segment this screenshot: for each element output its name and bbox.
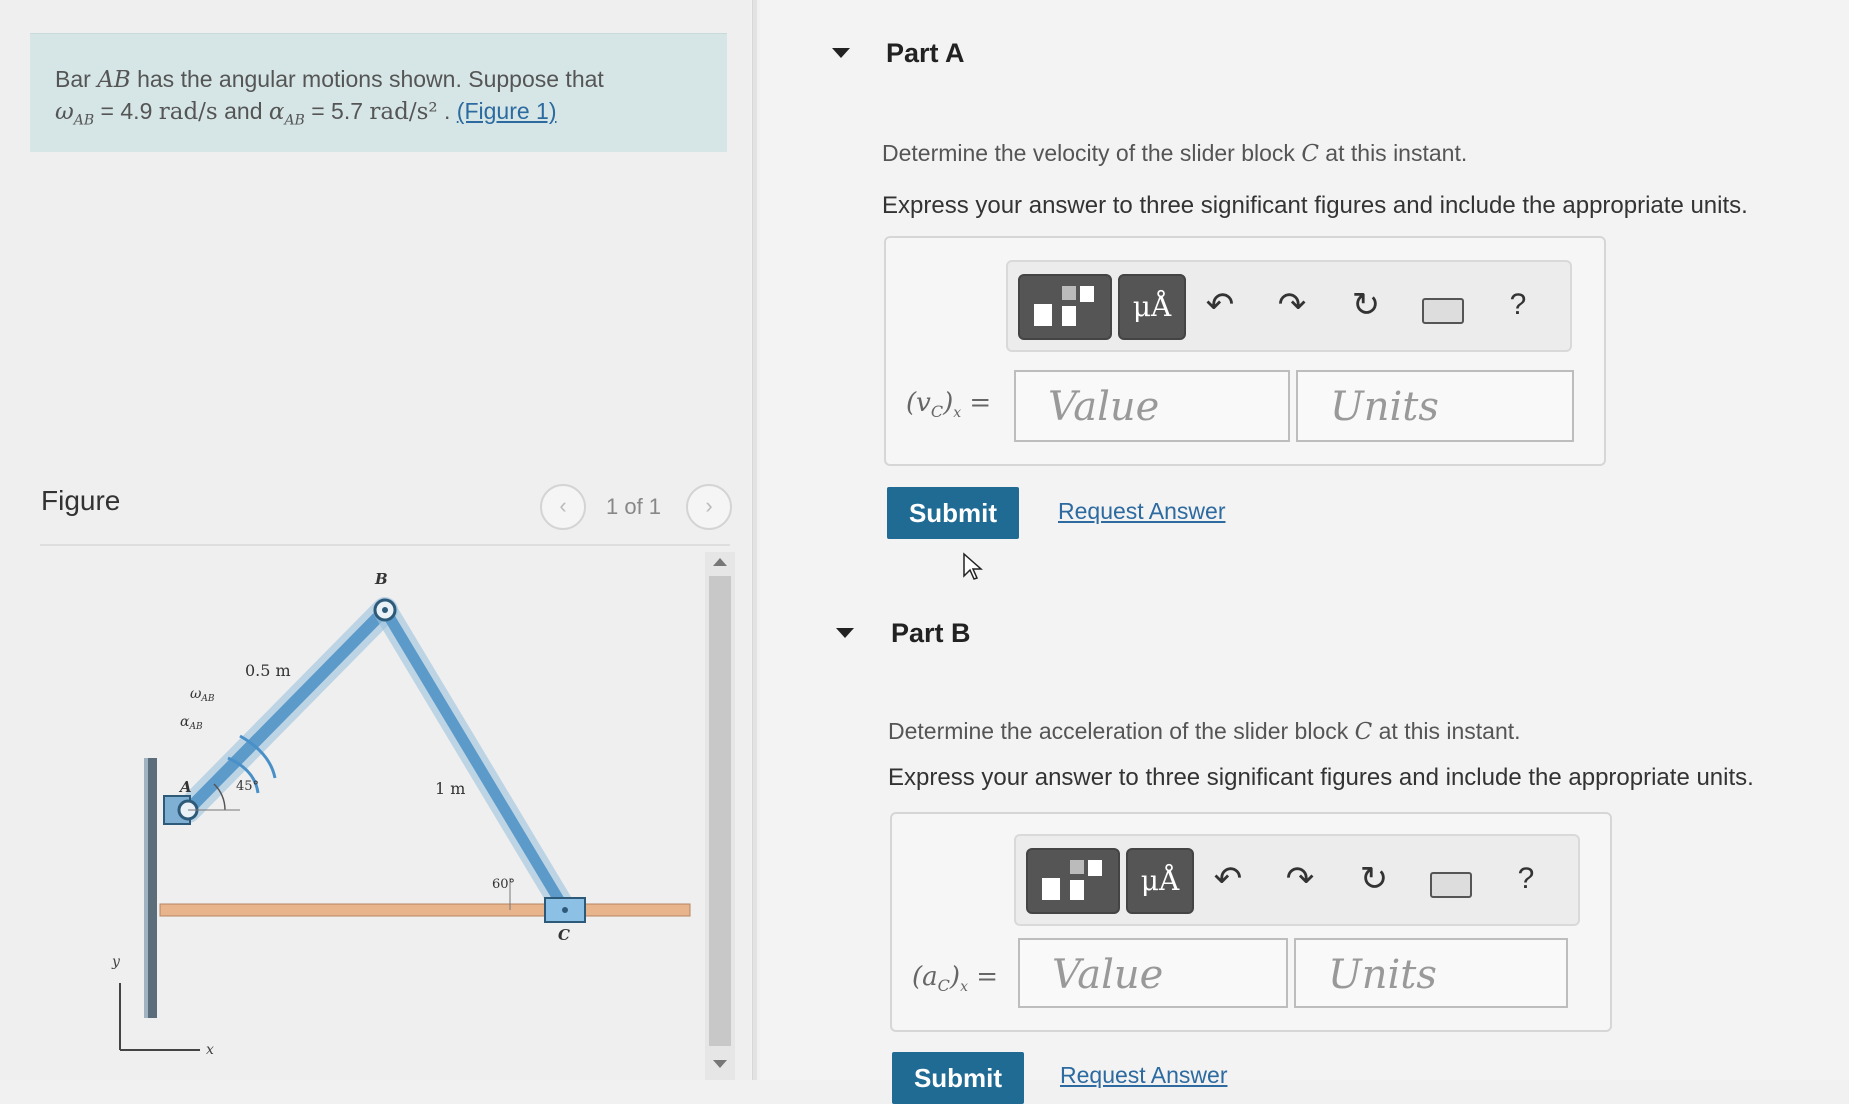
bar-bc [379,604,571,916]
figure-counter: 1 of 1 [606,494,662,519]
units-icon: μÅ [1140,864,1180,897]
units-button[interactable]: μÅ [1126,848,1194,914]
pin-c [562,907,568,913]
wall [147,758,157,1018]
axes: y x [111,954,214,1058]
part-a-variable-label: (vC)x = [906,388,992,422]
problem-text: has the angular motions shown. Suppose t… [130,66,604,92]
problem-text: and [217,98,269,124]
omega-symbol: ω [55,99,74,125]
problem-statement: Bar AB has the angular motions shown. Su… [30,33,727,152]
question-text: Determine the velocity of the slider blo… [882,140,1302,166]
problem-line-1: Bar AB has the angular motions shown. Su… [55,66,604,93]
keyboard-icon[interactable] [1430,872,1472,898]
part-b-submit-button[interactable]: Submit [892,1052,1024,1104]
alpha-subscript: AB [284,112,305,129]
part-b-units-input[interactable]: Units [1294,938,1568,1008]
part-a-instruction: Express your answer to three significant… [882,192,1748,219]
scroll-down-arrow-icon[interactable] [713,1060,727,1068]
scroll-thumb[interactable] [709,576,731,1046]
angle-c-label: 60° [492,877,515,892]
figure-heading: Figure [41,485,121,516]
figure-prev-button[interactable]: ‹ [540,484,586,530]
figure-scrollbar[interactable] [705,552,735,1080]
right-pane: Part A Determine the velocity of the sli… [760,0,1849,1104]
question-text: at this instant. [1318,140,1468,166]
keyboard-icon[interactable] [1422,298,1464,324]
problem-text: . [437,98,457,124]
redo-icon[interactable]: ↷ [1270,280,1314,330]
part-b-answer-box: μÅ ↶ ↷ ↻ ? (aC)x = Value Units [890,812,1612,1032]
part-b-value-input[interactable]: Value [1018,938,1288,1008]
part-b-question: Determine the acceleration of the slider… [888,718,1521,745]
problem-text: Bar [55,66,98,92]
part-a-collapse-icon[interactable] [832,48,850,58]
mechanism-diagram: y x B A C 0.5 m 1 m 45° 60° ωAB αAB [111,570,691,1058]
part-a-submit-button[interactable]: Submit [887,487,1019,539]
figure-divider [40,544,730,546]
part-a-answer-box: μÅ ↶ ↷ ↻ ? (vC)x = Value Units [884,236,1606,466]
part-b-equation-toolbar: μÅ ↶ ↷ ↻ ? [1014,834,1580,926]
question-text: Determine the acceleration of the slider… [888,718,1355,744]
scroll-up-arrow-icon[interactable] [713,558,727,566]
pin-b-center [382,607,388,613]
question-text: at this instant. [1372,718,1521,744]
omega-label: ωAB [190,686,215,704]
part-a-question: Determine the velocity of the slider blo… [882,140,1467,167]
part-a-equation-toolbar: μÅ ↶ ↷ ↻ ? [1006,260,1572,352]
alpha-unit: rad/s² [369,99,438,125]
part-a-request-answer-link[interactable]: Request Answer [1058,498,1225,525]
alpha-value: = 5.7 [304,98,370,124]
templates-button[interactable] [1026,848,1120,914]
reset-icon[interactable]: ↻ [1344,280,1388,330]
undo-icon[interactable]: ↶ [1206,854,1250,904]
length-ab-label: 0.5 m [245,661,291,680]
figure-diagram: y x B A C 0.5 m 1 m 45° 60° ωAB αAB [40,548,705,1080]
redo-icon[interactable]: ↷ [1278,854,1322,904]
left-pane: Bar AB has the angular motions shown. Su… [0,0,750,1080]
undo-icon[interactable]: ↶ [1198,280,1242,330]
chevron-right-icon: › [705,493,713,518]
part-b-request-answer-link[interactable]: Request Answer [1060,1062,1227,1089]
label-b: B [374,570,388,588]
mouse-cursor-icon [963,552,983,580]
help-icon[interactable]: ? [1496,280,1540,330]
part-a-title[interactable]: Part A [886,38,965,69]
part-a-units-input[interactable]: Units [1296,370,1574,442]
omega-unit: rad/s [158,99,218,125]
label-c: C [558,926,570,944]
part-b-collapse-icon[interactable] [836,628,854,638]
units-button[interactable]: μÅ [1118,274,1186,340]
length-bc-label: 1 m [435,779,465,798]
bar-name: AB [97,67,131,93]
y-axis-label: y [111,954,121,970]
omega-value: = 4.9 [94,98,159,124]
bar-ab [182,604,391,816]
part-b-variable-label: (aC)x = [912,962,999,996]
chevron-left-icon: ‹ [559,493,567,518]
figure-link[interactable]: (Figure 1) [457,98,557,124]
figure-next-button[interactable]: › [686,484,732,530]
question-var: C [1301,141,1319,167]
omega-subscript: AB [73,112,95,129]
alpha-symbol: α [268,99,285,125]
templates-button[interactable] [1018,274,1112,340]
part-a-value-input[interactable]: Value [1014,370,1290,442]
wall-edge [144,758,148,1018]
question-var: C [1354,719,1373,745]
problem-line-2: ωAB = 4.9 rad/s and αAB = 5.7 rad/s² . (… [55,98,557,129]
reset-icon[interactable]: ↻ [1352,854,1396,904]
label-a: A [178,778,192,796]
part-b-title[interactable]: Part B [891,618,971,649]
guide-rod [159,903,691,917]
pane-divider[interactable] [752,0,757,1080]
angle-a-label: 45° [236,779,259,794]
units-icon: μÅ [1132,290,1172,323]
alpha-label: αAB [180,714,203,732]
x-axis-label: x [206,1042,214,1058]
help-icon[interactable]: ? [1504,854,1548,904]
part-b-instruction: Express your answer to three significant… [888,764,1754,791]
